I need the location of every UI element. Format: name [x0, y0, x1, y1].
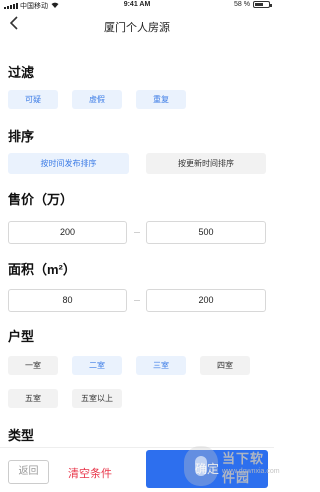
status-right: 58 % [234, 1, 272, 8]
price-range-dash [134, 232, 140, 233]
nav-bar: 厦门个人房源 [0, 13, 274, 39]
area-min-input[interactable]: 80 [8, 289, 127, 312]
filter-chip-fake[interactable]: 虚假 [72, 90, 122, 109]
sort-by-update-time[interactable]: 按更新时间排序 [146, 153, 266, 174]
area-max-input[interactable]: 200 [146, 289, 266, 312]
back-button[interactable]: 返回 [8, 460, 49, 484]
layout-chip-four-room[interactable]: 四室 [200, 356, 250, 375]
filter-chip-duplicate[interactable]: 重复 [136, 90, 186, 109]
bottom-action-bar: 返回 清空条件 确定 [0, 447, 274, 492]
battery-icon [253, 1, 272, 8]
layout-chip-three-room[interactable]: 三室 [136, 356, 186, 375]
sort-by-publish-time[interactable]: 按时间发布排序 [8, 153, 129, 174]
layout-chip-five-plus-room[interactable]: 五室以上 [72, 389, 122, 408]
layout-section-title: 户型 [8, 329, 35, 344]
sort-section-title: 排序 [8, 129, 35, 144]
battery-percent: 58 % [234, 1, 250, 8]
layout-chip-two-room[interactable]: 二室 [72, 356, 122, 375]
page-title: 厦门个人房源 [104, 22, 170, 34]
status-time: 9:41 AM [123, 1, 151, 8]
type-section-title: 类型 [8, 428, 35, 443]
price-max-input[interactable]: 500 [146, 221, 266, 244]
price-section-title: 售价（万） [8, 192, 74, 207]
area-section-title: 面积（m²） [8, 262, 76, 277]
layout-chip-one-room[interactable]: 一室 [8, 356, 58, 375]
layout-chip-five-room[interactable]: 五室 [8, 389, 58, 408]
status-bar: 中国移动 9:41 AM 58 % [0, 0, 274, 12]
price-min-input[interactable]: 200 [8, 221, 127, 244]
clear-filters-button[interactable]: 清空条件 [68, 465, 112, 481]
filter-chip-suspicious[interactable]: 可疑 [8, 90, 58, 109]
filter-section-title: 过滤 [8, 65, 35, 80]
confirm-button[interactable]: 确定 [146, 450, 268, 488]
area-range-dash [134, 300, 140, 301]
